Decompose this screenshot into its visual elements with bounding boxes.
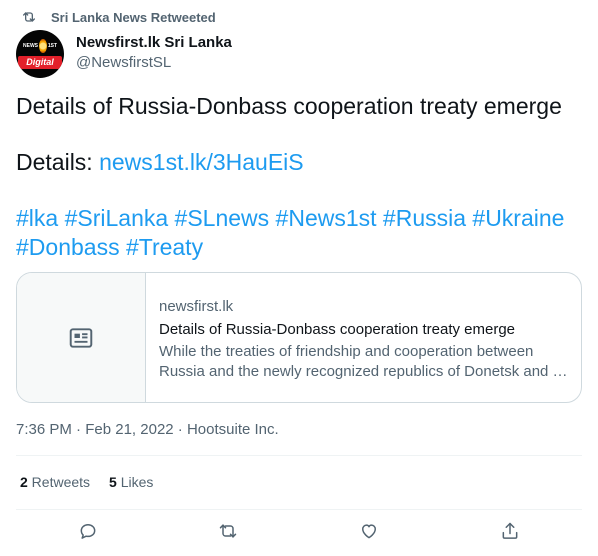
hashtags-line-1[interactable]: #lka #SriLanka #SLnews #News1st #Russia …	[16, 204, 564, 232]
card-title: Details of Russia-Donbass cooperation tr…	[159, 321, 516, 338]
card-desc-line-2: Russia and the newly recognized republic…	[159, 363, 566, 380]
details-link[interactable]: news1st.lk/3HauEiS	[99, 149, 304, 175]
tweet-headline: Details of Russia-Donbass cooperation tr…	[16, 93, 562, 119]
tweet-stats: 2 Retweets 5 Likes	[20, 474, 153, 490]
tweet-date[interactable]: Feb 21, 2022	[85, 421, 173, 438]
like-button[interactable]	[358, 520, 380, 542]
likes-stat[interactable]: 5 Likes	[109, 474, 153, 490]
retweet-context-text: Sri Lanka News Retweeted	[51, 9, 216, 25]
card-desc-line-1: While the treaties of friendship and coo…	[159, 343, 534, 360]
tweet-details-line: Details: news1st.lk/3HauEiS	[16, 148, 304, 176]
likes-label: Likes	[116, 474, 154, 490]
author-handle[interactable]: @NewsfirstSL	[76, 53, 232, 73]
retweet-icon	[219, 524, 237, 538]
retweets-count: 2	[20, 474, 28, 490]
tweet-author: NEWS 1ST Digital Newsfirst.lk Sri Lanka @…	[16, 30, 232, 78]
avatar[interactable]: NEWS 1ST Digital	[16, 30, 64, 78]
avatar-badge: Digital	[18, 56, 62, 69]
share-button[interactable]	[499, 520, 521, 542]
separator: ·	[173, 421, 187, 438]
separator: ·	[71, 421, 86, 438]
tweet-source[interactable]: Hootsuite Inc.	[187, 421, 279, 438]
reply-button[interactable]	[77, 520, 99, 542]
reply-icon	[80, 524, 96, 539]
tweet-metadata: 7:36 PM · Feb 21, 2022 · Hootsuite Inc.	[16, 420, 279, 440]
author-display-name[interactable]: Newsfirst.lk Sri Lanka	[76, 33, 232, 53]
newsfirst-logo-icon: NEWS 1ST	[22, 39, 58, 53]
retweet-icon	[23, 12, 35, 22]
retweet-button[interactable]	[217, 520, 239, 542]
retweets-stat[interactable]: 2 Retweets	[20, 474, 90, 490]
card-domain: newsfirst.lk	[159, 298, 234, 315]
likes-count: 5	[109, 474, 117, 490]
retweets-label: Retweets	[27, 474, 91, 490]
details-label: Details:	[16, 149, 100, 175]
like-icon	[362, 524, 376, 539]
tweet-time[interactable]: 7:36 PM	[16, 421, 72, 438]
divider	[16, 509, 582, 510]
card-thumbnail	[17, 273, 146, 402]
share-icon	[502, 522, 518, 539]
hashtags-line-2[interactable]: #Donbass #Treaty	[16, 233, 203, 261]
card-description: While the treaties of friendship and coo…	[159, 342, 566, 382]
retweet-context[interactable]: Sri Lanka News Retweeted	[21, 8, 216, 26]
tweet-actions	[16, 520, 582, 544]
article-icon	[69, 327, 93, 348]
divider	[16, 455, 582, 456]
link-preview-card[interactable]: newsfirst.lk Details of Russia-Donbass c…	[16, 272, 582, 403]
